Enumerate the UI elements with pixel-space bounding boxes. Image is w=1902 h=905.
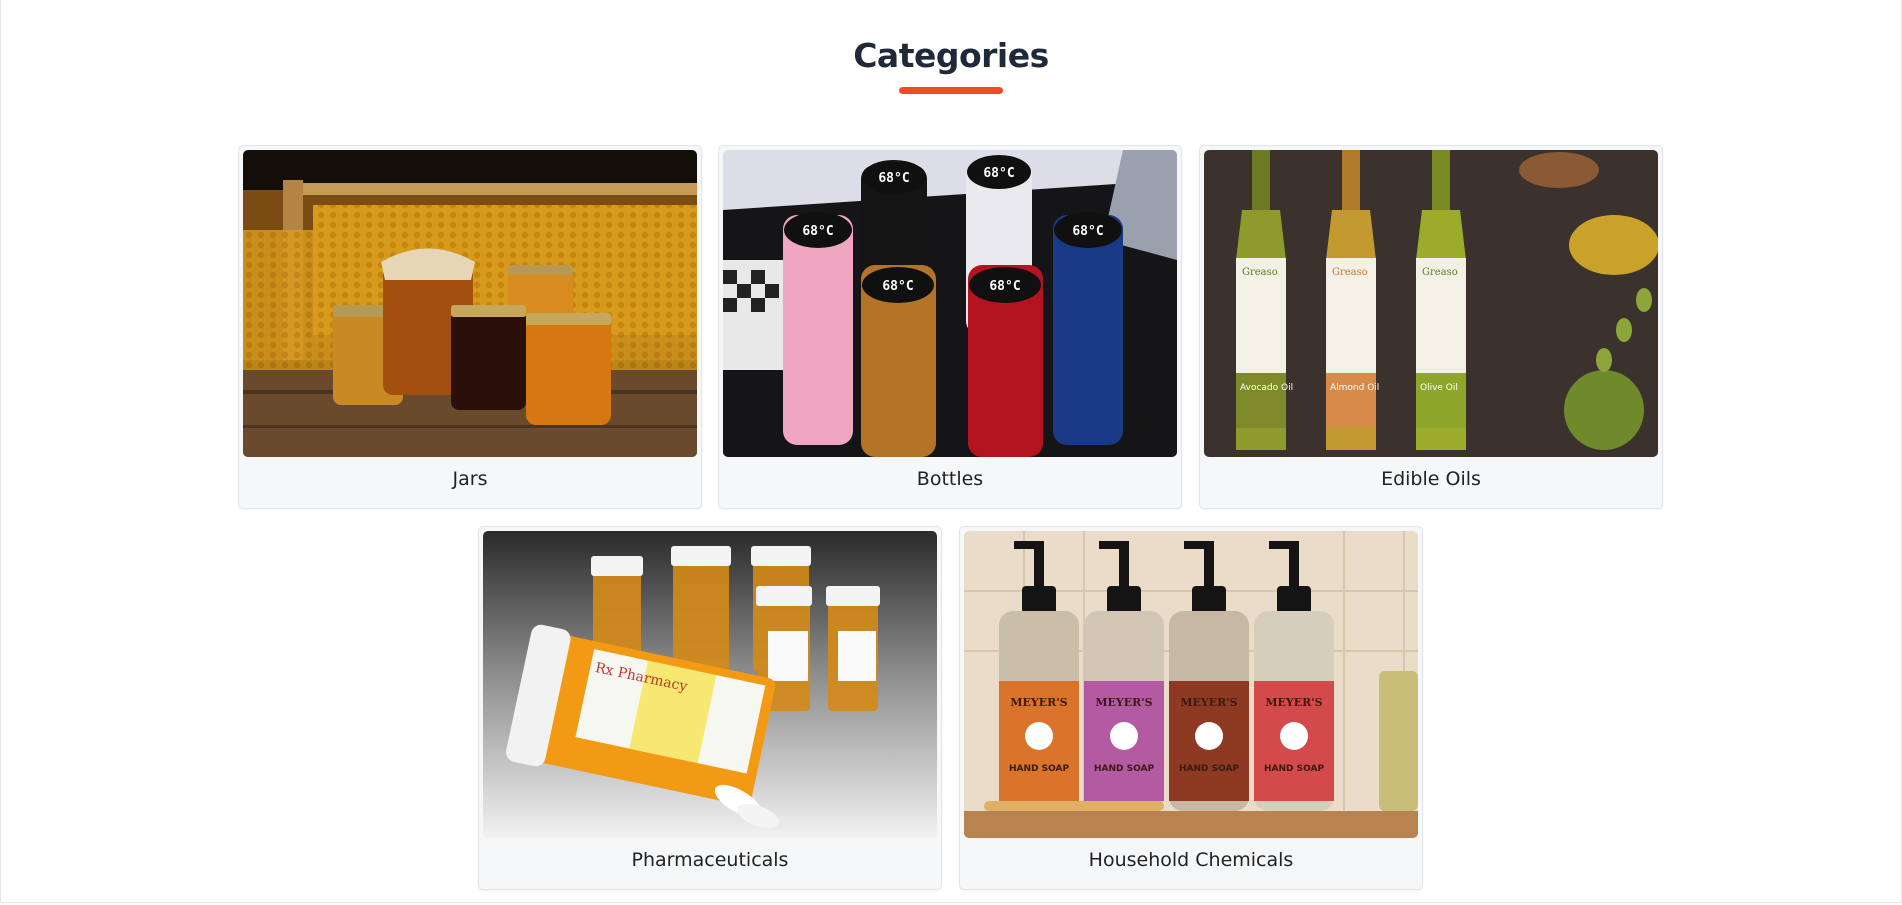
category-card-household-chemicals[interactable]: MEYER'S MEYER'S MEYER'S MEYER'S HAND SOA… <box>959 526 1423 890</box>
svg-text:HAND SOAP: HAND SOAP <box>1094 764 1154 774</box>
pill-bottles-photo: Rx Pharmacy <box>483 531 937 838</box>
thermos-bottles-photo: 68°C 68°C 68°C 68°C 68°C 68°C <box>723 150 1177 457</box>
svg-text:MEYER'S: MEYER'S <box>1010 696 1067 709</box>
bottles-image[interactable]: 68°C 68°C 68°C 68°C 68°C 68°C <box>723 150 1177 457</box>
household-chemicals-image[interactable]: MEYER'S MEYER'S MEYER'S MEYER'S HAND SOA… <box>964 531 1418 838</box>
hand-soap-photo: MEYER'S MEYER'S MEYER'S MEYER'S HAND SOA… <box>964 531 1418 838</box>
svg-text:Greaso: Greaso <box>1422 267 1458 278</box>
svg-text:Olive Oil: Olive Oil <box>1420 383 1458 393</box>
svg-text:HAND SOAP: HAND SOAP <box>1009 764 1069 774</box>
svg-text:68°C: 68°C <box>983 166 1014 181</box>
temp-display-text: 68°C <box>878 171 909 186</box>
edible-oils-image[interactable]: Greaso Greaso Greaso Avocado Oil Almond … <box>1204 150 1658 457</box>
honey-jars-image[interactable] <box>243 150 697 457</box>
category-label: Pharmaceuticals <box>631 849 789 871</box>
category-label: Edible Oils <box>1381 468 1481 490</box>
svg-text:HAND SOAP: HAND SOAP <box>1264 764 1324 774</box>
category-label: Household Chemicals <box>1088 849 1294 871</box>
svg-text:Almond Oil: Almond Oil <box>1330 383 1379 393</box>
section-title: Categories <box>853 36 1049 75</box>
pharmaceuticals-image[interactable]: Rx Pharmacy <box>483 531 937 838</box>
svg-text:Greaso: Greaso <box>1332 267 1368 278</box>
svg-text:HAND SOAP: HAND SOAP <box>1179 764 1239 774</box>
svg-text:68°C: 68°C <box>802 224 833 239</box>
svg-text:Avocado Oil: Avocado Oil <box>1240 383 1293 393</box>
oil-bottles-photo: Greaso Greaso Greaso Avocado Oil Almond … <box>1204 150 1658 457</box>
category-card-pharmaceuticals[interactable]: Rx Pharmacy Pharmaceuticals <box>478 526 942 890</box>
category-card-edible-oils[interactable]: Greaso Greaso Greaso Avocado Oil Almond … <box>1199 145 1663 509</box>
svg-text:68°C: 68°C <box>882 279 913 294</box>
category-label: Jars <box>452 468 488 490</box>
svg-text:68°C: 68°C <box>989 279 1020 294</box>
honey-jars-photo <box>243 150 697 457</box>
svg-text:68°C: 68°C <box>1072 224 1103 239</box>
category-card-jars[interactable]: Jars <box>238 145 702 509</box>
svg-text:MEYER'S: MEYER'S <box>1265 696 1322 709</box>
title-underline <box>899 87 1003 94</box>
svg-text:Greaso: Greaso <box>1242 267 1278 278</box>
svg-text:MEYER'S: MEYER'S <box>1180 696 1237 709</box>
category-label: Bottles <box>916 468 984 490</box>
svg-text:MEYER'S: MEYER'S <box>1095 696 1152 709</box>
category-card-bottles[interactable]: 68°C 68°C 68°C 68°C 68°C 68°C Bottles <box>718 145 1182 509</box>
